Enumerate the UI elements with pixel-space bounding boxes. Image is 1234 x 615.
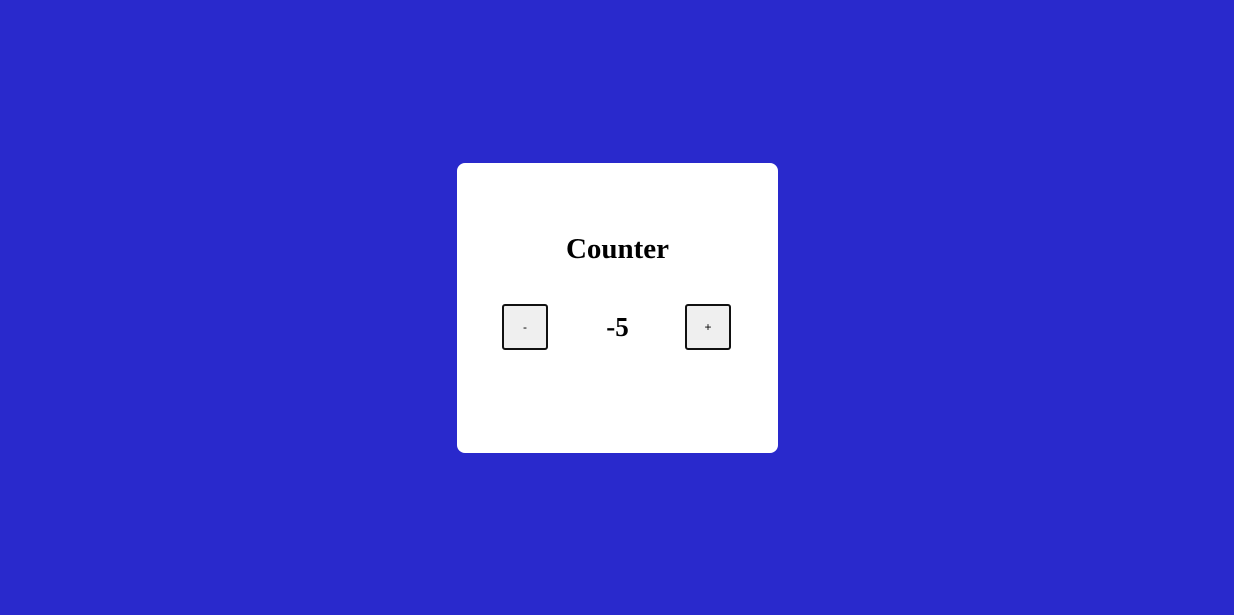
decrement-button[interactable]: - <box>502 304 548 350</box>
counter-card: Counter -5 - + <box>457 163 778 453</box>
counter-title: Counter <box>565 233 670 265</box>
counter-controls: -5 - + <box>457 303 778 351</box>
increment-button[interactable]: + <box>685 304 731 350</box>
